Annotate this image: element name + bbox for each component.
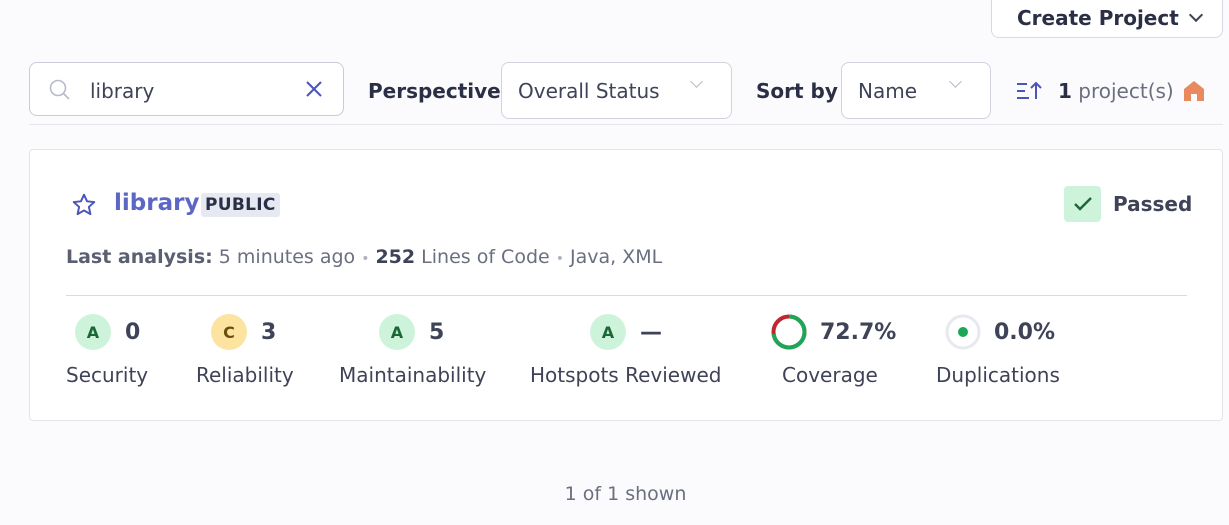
metric-reliability[interactable]: C 3 Reliability: [196, 313, 294, 387]
coverage-ring-icon: [771, 314, 807, 350]
duplications-icon: [945, 314, 981, 350]
duplications-value: 0.0%: [994, 319, 1056, 345]
security-grade: A: [75, 314, 111, 350]
last-analysis-value: 5 minutes ago: [218, 246, 356, 268]
metric-duplications[interactable]: 0.0% Duplications: [936, 313, 1060, 387]
filter-divider: [29, 124, 1223, 125]
star-icon[interactable]: [71, 192, 97, 218]
visibility-badge: PUBLIC: [201, 193, 280, 217]
metric-coverage[interactable]: 72.7% Coverage: [771, 313, 897, 387]
reliability-value: 3: [261, 319, 277, 345]
languages: Java, XML: [569, 246, 663, 268]
home-icon[interactable]: [1183, 80, 1205, 102]
maintainability-grade: A: [379, 314, 415, 350]
reliability-grade: C: [211, 314, 247, 350]
sort-by-select[interactable]: Name: [841, 62, 991, 119]
hotspots-label: Hotspots Reviewed: [530, 363, 722, 387]
project-count-suffix: project(s): [1078, 79, 1174, 103]
project-meta: Last analysis: 5 minutes ago • 252 Lines o…: [66, 246, 663, 268]
maintainability-value: 5: [429, 319, 445, 345]
duplications-label: Duplications: [936, 363, 1060, 387]
chevron-down-icon: [690, 75, 703, 88]
create-project-label: Create Project: [1017, 6, 1179, 30]
sort-direction-icon[interactable]: [1016, 81, 1044, 101]
security-label: Security: [66, 363, 149, 387]
chevron-down-icon: [1188, 7, 1203, 23]
shown-count: 1 of 1 shown: [564, 483, 687, 505]
last-analysis-label: Last analysis:: [66, 246, 213, 268]
create-project-button[interactable]: Create Project: [991, 0, 1223, 38]
metric-maintainability[interactable]: A 5 Maintainability: [339, 313, 486, 387]
project-count-number: 1: [1058, 79, 1072, 103]
metric-hotspots-reviewed[interactable]: A — Hotspots Reviewed: [530, 313, 721, 387]
perspective-select[interactable]: Overall Status: [501, 62, 732, 119]
project-count: 1 project(s): [1058, 79, 1174, 103]
card-divider: [66, 295, 1187, 296]
sort-by-label: Sort by: [756, 79, 838, 103]
project-name-link[interactable]: library: [114, 190, 199, 216]
clear-search-icon[interactable]: [304, 79, 324, 99]
quality-gate-badge: [1064, 186, 1101, 222]
reliability-label: Reliability: [196, 363, 294, 387]
coverage-value: 72.7%: [820, 319, 897, 345]
hotspots-value: —: [640, 319, 662, 345]
hotspots-grade: A: [590, 314, 626, 350]
lines-of-code-label: Lines of Code: [421, 246, 550, 268]
search-icon: [49, 79, 70, 100]
perspective-value: Overall Status: [518, 78, 660, 103]
check-icon: [1073, 197, 1092, 211]
search-value: library: [90, 79, 155, 103]
project-card: library PUBLIC Passed Last analysis: 5 m…: [29, 149, 1223, 421]
metric-security[interactable]: A 0 Security: [66, 313, 148, 387]
search-input[interactable]: library: [29, 62, 344, 116]
coverage-label: Coverage: [782, 363, 878, 387]
lines-of-code-value: 252: [375, 246, 416, 268]
security-value: 0: [125, 319, 141, 345]
quality-gate-status: Passed: [1113, 192, 1193, 216]
perspective-label: Perspective: [368, 79, 501, 103]
maintainability-label: Maintainability: [339, 363, 487, 387]
sort-by-value: Name: [858, 78, 918, 103]
chevron-down-icon: [949, 75, 962, 88]
